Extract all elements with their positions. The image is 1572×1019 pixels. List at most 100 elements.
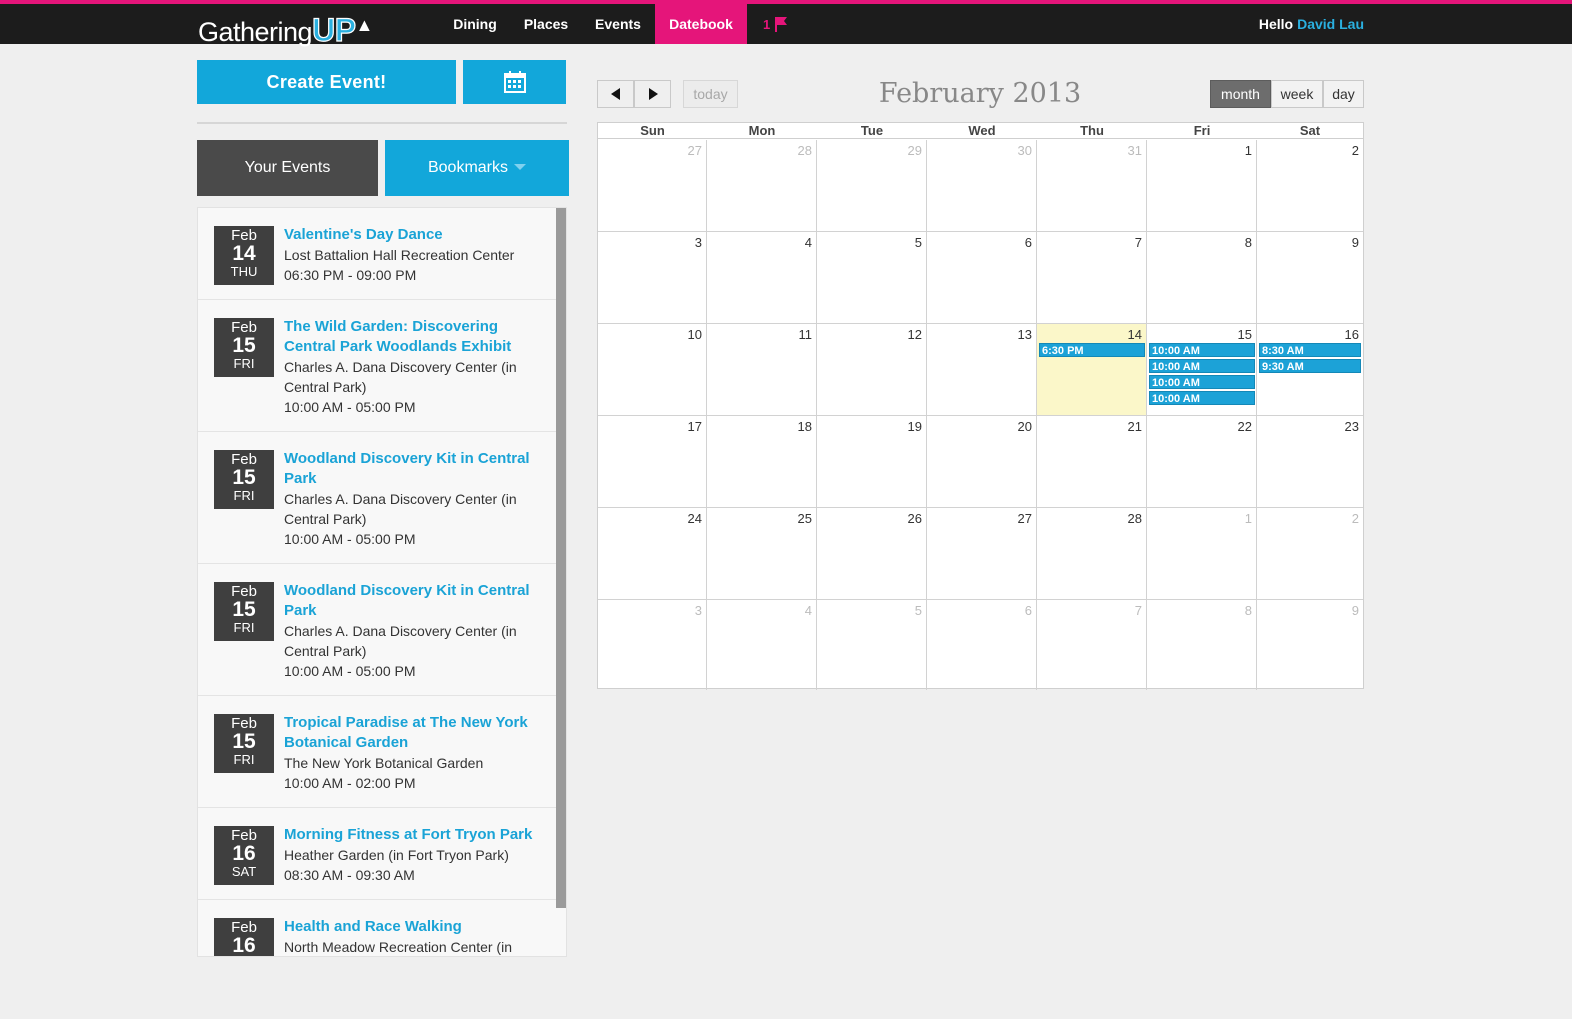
prev-month-button[interactable] xyxy=(597,80,634,108)
calendar-day-cell[interactable]: 23 xyxy=(1257,416,1363,508)
weekday-header: Mon xyxy=(748,123,776,138)
calendar-day-cell[interactable]: 9 xyxy=(1257,600,1363,690)
calendar-day-number: 2 xyxy=(1351,143,1359,158)
calendar-day-cell[interactable]: 1 xyxy=(1147,140,1257,232)
logo-text: Gathering xyxy=(198,17,313,47)
event-title-link[interactable]: Morning Fitness at Fort Tryon Park xyxy=(284,825,536,845)
calendar-day-cell[interactable]: 8 xyxy=(1147,600,1257,690)
user-name-link[interactable]: David Lau xyxy=(1297,16,1364,32)
next-month-button[interactable] xyxy=(634,80,671,108)
calendar-day-cell[interactable]: 28 xyxy=(707,140,817,232)
flag-count: 1 xyxy=(763,17,771,32)
calendar-day-cell[interactable]: 2 xyxy=(1257,508,1363,600)
event-title-link[interactable]: Health and Race Walking xyxy=(284,917,536,937)
site-logo[interactable]: GatheringUP▲ xyxy=(198,8,373,47)
calendar-day-cell[interactable]: 24 xyxy=(598,508,707,600)
list-item[interactable]: Feb 15 FRI Woodland Discovery Kit in Cen… xyxy=(198,432,566,564)
list-item[interactable]: Feb 16 SAT Morning Fitness at Fort Tryon… xyxy=(198,808,566,900)
event-list-scrollbar[interactable] xyxy=(556,208,566,908)
event-place: North Meadow Recreation Center (in xyxy=(284,939,512,955)
calendar-day-cell[interactable]: 27 xyxy=(927,508,1037,600)
calendar-day-cell[interactable]: 29 xyxy=(817,140,927,232)
event-date-badge: Feb 15 FRI xyxy=(214,318,274,377)
event-title-link[interactable]: Woodland Discovery Kit in Central Park xyxy=(284,449,536,489)
calendar-event[interactable]: 8:30 AM xyxy=(1259,343,1361,357)
event-weekday: FRI xyxy=(233,356,255,371)
calendar-day-cell[interactable]: 10 xyxy=(598,324,707,416)
calendar-event[interactable]: 10:00 AM xyxy=(1149,375,1255,389)
calendar-event[interactable]: 10:00 AM xyxy=(1149,359,1255,373)
nav-events[interactable]: Events xyxy=(582,4,654,44)
calendar-day-cell[interactable]: 9 xyxy=(1257,232,1363,324)
calendar-day-cell[interactable]: 15 10:00 AM 10:00 AM 10:00 AM 10:00 AM xyxy=(1147,324,1257,416)
list-item[interactable]: Feb 15 FRI Tropical Paradise at The New … xyxy=(198,696,566,808)
event-title-link[interactable]: Woodland Discovery Kit in Central Park xyxy=(284,581,536,621)
calendar-day-cell[interactable]: 3 xyxy=(598,232,707,324)
calendar-day-number: 15 xyxy=(1237,327,1252,342)
tab-your-events[interactable]: Your Events xyxy=(197,140,378,196)
calendar-day-cell[interactable]: 25 xyxy=(707,508,817,600)
nav-dining[interactable]: Dining xyxy=(440,4,510,44)
calendar-day-number: 24 xyxy=(687,511,702,526)
calendar-event[interactable]: 10:00 AM xyxy=(1149,343,1255,357)
calendar-day-cell[interactable]: 21 xyxy=(1037,416,1147,508)
event-title-link[interactable]: Tropical Paradise at The New York Botani… xyxy=(284,713,536,753)
event-date-badge: Feb 15 FRI xyxy=(214,450,274,509)
event-title-link[interactable]: The Wild Garden: Discovering Central Par… xyxy=(284,317,536,357)
calendar-day-cell[interactable]: 17 xyxy=(598,416,707,508)
calendar-day-cell[interactable]: 31 xyxy=(1037,140,1147,232)
event-weekday: FRI xyxy=(233,488,255,503)
calendar-day-cell[interactable]: 12 xyxy=(817,324,927,416)
calendar-day-cell[interactable]: 4 xyxy=(707,232,817,324)
calendar-day-cell[interactable]: 27 xyxy=(598,140,707,232)
calendar-day-cell[interactable]: 30 xyxy=(927,140,1037,232)
calendar-day-cell[interactable]: 5 xyxy=(817,232,927,324)
view-month-button[interactable]: month xyxy=(1210,80,1271,108)
calendar-day-cell[interactable]: 16 8:30 AM 9:30 AM xyxy=(1257,324,1363,416)
weekday-header: Tue xyxy=(860,123,884,138)
calendar-day-cell[interactable]: 5 xyxy=(817,600,927,690)
calendar-view-button[interactable] xyxy=(463,60,566,104)
event-date-badge: Feb 16 xyxy=(214,918,274,956)
today-button[interactable]: today xyxy=(683,80,738,108)
calendar-day-cell[interactable]: 22 xyxy=(1147,416,1257,508)
calendar-day-cell[interactable]: 19 xyxy=(817,416,927,508)
calendar-day-cell[interactable]: 18 xyxy=(707,416,817,508)
view-day-button[interactable]: day xyxy=(1323,80,1364,108)
calendar-day-cell[interactable]: 28 xyxy=(1037,508,1147,600)
calendar-day-cell[interactable]: 3 xyxy=(598,600,707,690)
list-item[interactable]: Feb 15 FRI The Wild Garden: Discovering … xyxy=(198,300,566,432)
notification-flag[interactable]: 1 xyxy=(763,14,788,36)
calendar-day-cell[interactable]: 6 xyxy=(927,600,1037,690)
calendar-day-number: 19 xyxy=(907,419,922,434)
calendar-day-cell[interactable]: 11 xyxy=(707,324,817,416)
calendar-day-cell[interactable]: 4 xyxy=(707,600,817,690)
calendar-day-cell[interactable]: 8 xyxy=(1147,232,1257,324)
calendar-day-cell[interactable]: 14 6:30 PM xyxy=(1037,324,1147,416)
calendar-event[interactable]: 9:30 AM xyxy=(1259,359,1361,373)
calendar-day-cell[interactable]: 26 xyxy=(817,508,927,600)
calendar-day-cell[interactable]: 2 xyxy=(1257,140,1363,232)
calendar-day-number: 20 xyxy=(1017,419,1032,434)
list-item[interactable]: Feb 14 THU Valentine's Day Dance Lost Ba… xyxy=(198,208,566,300)
nav-datebook[interactable]: Datebook xyxy=(655,4,747,44)
event-title-link[interactable]: Valentine's Day Dance xyxy=(284,225,536,245)
list-item[interactable]: Feb 16 Health and Race Walking North Mea… xyxy=(198,900,566,956)
calendar-event[interactable]: 10:00 AM xyxy=(1149,391,1255,405)
calendar-day-number: 5 xyxy=(914,235,922,250)
calendar-day-cell[interactable]: 13 xyxy=(927,324,1037,416)
calendar-event[interactable]: 6:30 PM xyxy=(1039,343,1145,357)
calendar-day-cell[interactable]: 20 xyxy=(927,416,1037,508)
calendar-title: February 2013 xyxy=(878,78,1082,109)
weekday-header: Sat xyxy=(1299,123,1321,138)
prev-arrow-icon xyxy=(610,88,620,100)
tab-bookmarks[interactable]: Bookmarks xyxy=(385,140,569,196)
create-event-button[interactable]: Create Event! xyxy=(197,60,456,104)
calendar-day-cell[interactable]: 1 xyxy=(1147,508,1257,600)
calendar-day-cell[interactable]: 6 xyxy=(927,232,1037,324)
calendar-day-cell[interactable]: 7 xyxy=(1037,232,1147,324)
calendar-day-cell[interactable]: 7 xyxy=(1037,600,1147,690)
view-week-button[interactable]: week xyxy=(1271,80,1323,108)
nav-places[interactable]: Places xyxy=(512,4,580,44)
list-item[interactable]: Feb 15 FRI Woodland Discovery Kit in Cen… xyxy=(198,564,566,696)
